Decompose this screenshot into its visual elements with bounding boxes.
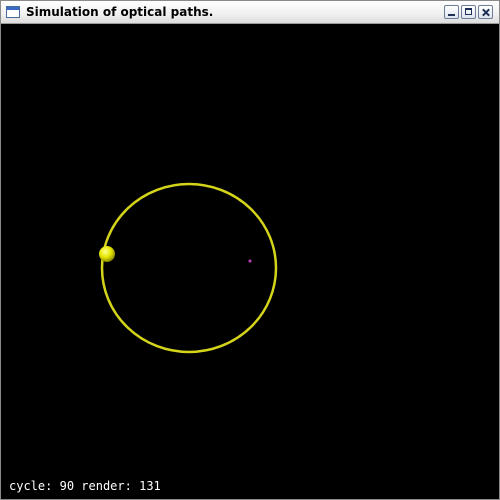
render-label: render: xyxy=(81,479,132,493)
render-value: 131 xyxy=(139,479,161,493)
simulation-drawing xyxy=(99,182,278,354)
optical-path-orbit xyxy=(100,182,278,354)
window-icon[interactable] xyxy=(6,6,20,18)
close-button[interactable] xyxy=(478,5,493,19)
window-title: Simulation of optical paths. xyxy=(26,5,214,19)
simulation-canvas[interactable]: cycle: 90 render: 131 xyxy=(1,24,499,499)
title-bar[interactable]: Simulation of optical paths. xyxy=(1,1,499,24)
app-window: Simulation of optical paths. cycle: 90 r… xyxy=(0,0,500,500)
cycle-value: 90 xyxy=(59,479,75,493)
cycle-label: cycle: xyxy=(9,479,53,493)
status-readout: cycle: 90 render: 131 xyxy=(9,479,161,493)
particle xyxy=(99,246,115,262)
minimize-button[interactable] xyxy=(444,5,459,19)
maximize-button[interactable] xyxy=(461,5,476,19)
center-point xyxy=(248,259,252,263)
